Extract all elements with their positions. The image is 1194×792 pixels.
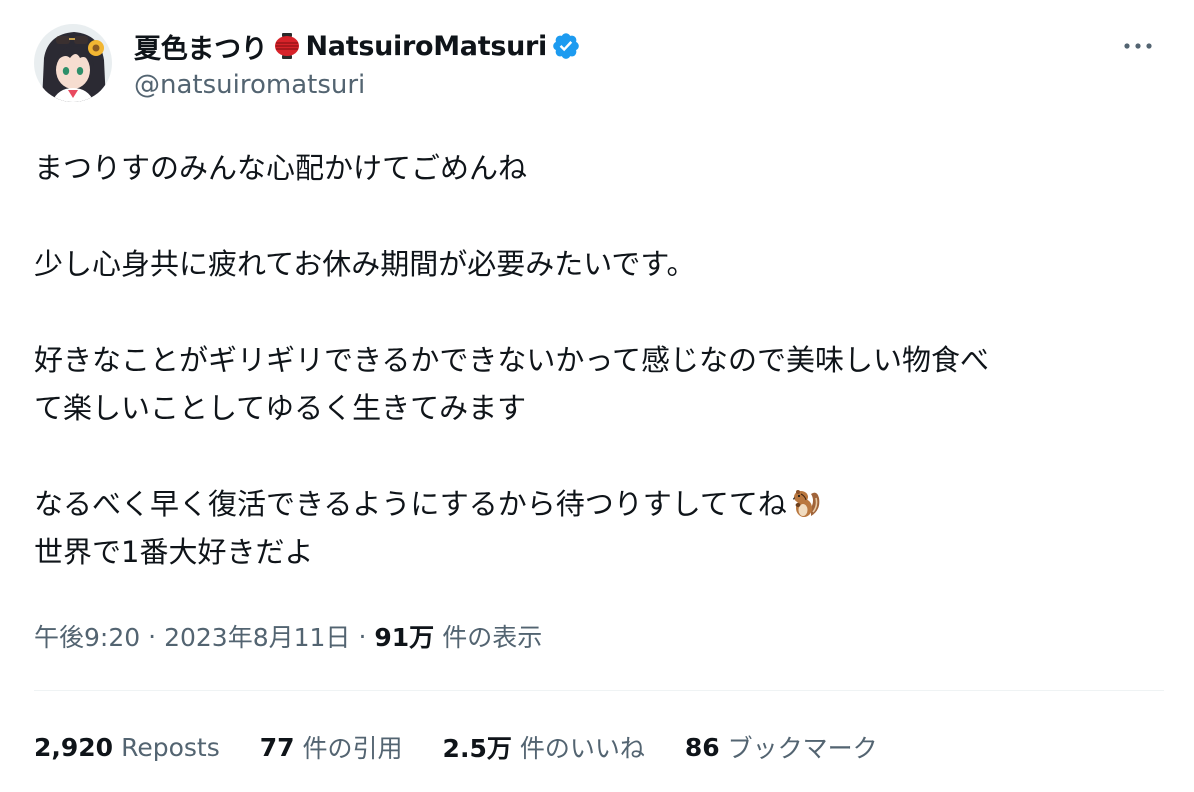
quotes-stat[interactable]: 77 件の引用 <box>260 729 403 765</box>
reposts-count: 2,920 <box>34 732 114 762</box>
tweet-text: まつりすのみんな心配かけてごめんね 少し心身共に疲れてお休み期間が必要みたいです… <box>34 144 1164 576</box>
meta-separator: · <box>148 621 157 651</box>
avatar[interactable] <box>34 24 112 102</box>
tweet-line: て楽しいことしてゆるく生きてみます <box>34 391 527 425</box>
quotes-count: 77 <box>259 732 295 762</box>
tweet-line: 少し心身共に疲れてお休み期間が必要みたいです。 <box>34 247 696 281</box>
more-options-button[interactable] <box>1118 26 1158 66</box>
tweet-line: 世界で1番大好きだよ <box>34 535 314 569</box>
display-name-en: NatsuiroMatsuri <box>305 30 548 62</box>
divider <box>34 690 1164 691</box>
red-lantern-icon <box>272 31 302 61</box>
tweet-line: まつりすのみんな心配かけてごめんね <box>34 151 528 185</box>
reposts-label: Reposts <box>121 732 220 762</box>
views-label: 件の表示 <box>442 623 543 652</box>
chipmunk-icon <box>789 486 823 520</box>
bookmarks-count: 86 <box>684 732 720 762</box>
tweet-date[interactable]: 2023年8月11日 <box>164 618 350 654</box>
likes-count: 2.5万 <box>442 734 512 763</box>
bookmarks-stat[interactable]: 86 ブックマーク <box>685 729 878 765</box>
display-name: 夏色まつり <box>134 33 268 65</box>
tweet-meta: 午後9:20 · 2023年8月11日 · 91万 件の表示 <box>34 614 542 658</box>
quotes-label: 件の引用 <box>302 734 403 763</box>
likes-label: 件のいいね <box>519 734 645 763</box>
tweet-line-with-emoji: なるべく早く復活できるようにするから待つりすしててね <box>34 480 1164 528</box>
tweet-card: 夏色まつり NatsuiroMatsuri @natsuiromatsuri ま… <box>0 0 1194 792</box>
likes-stat[interactable]: 2.5万 件のいいね <box>443 729 645 765</box>
verified-badge-icon <box>551 31 581 61</box>
author-handle[interactable]: @natsuiromatsuri <box>134 70 365 100</box>
meta-separator: · <box>358 621 367 651</box>
reposts-stat[interactable]: 2,920 Reposts <box>34 733 220 762</box>
views-count: 91万 <box>374 623 435 652</box>
author-name-row[interactable]: 夏色まつり NatsuiroMatsuri <box>134 26 581 66</box>
tweet-time[interactable]: 午後9:20 <box>34 618 140 654</box>
avatar-image <box>34 24 112 102</box>
tweet-line-text: なるべく早く復活できるようにするから待つりすしててね <box>34 487 787 521</box>
more-horizontal-icon <box>1124 43 1152 49</box>
bookmarks-label: ブックマーク <box>727 734 878 763</box>
tweet-line: 好きなことがギリギリできるかできないかって感じなので美味しい物食べ <box>34 343 989 377</box>
engagement-stats: 2,920 Reposts 77 件の引用 2.5万 件のいいね 86 ブックマ… <box>34 724 918 770</box>
